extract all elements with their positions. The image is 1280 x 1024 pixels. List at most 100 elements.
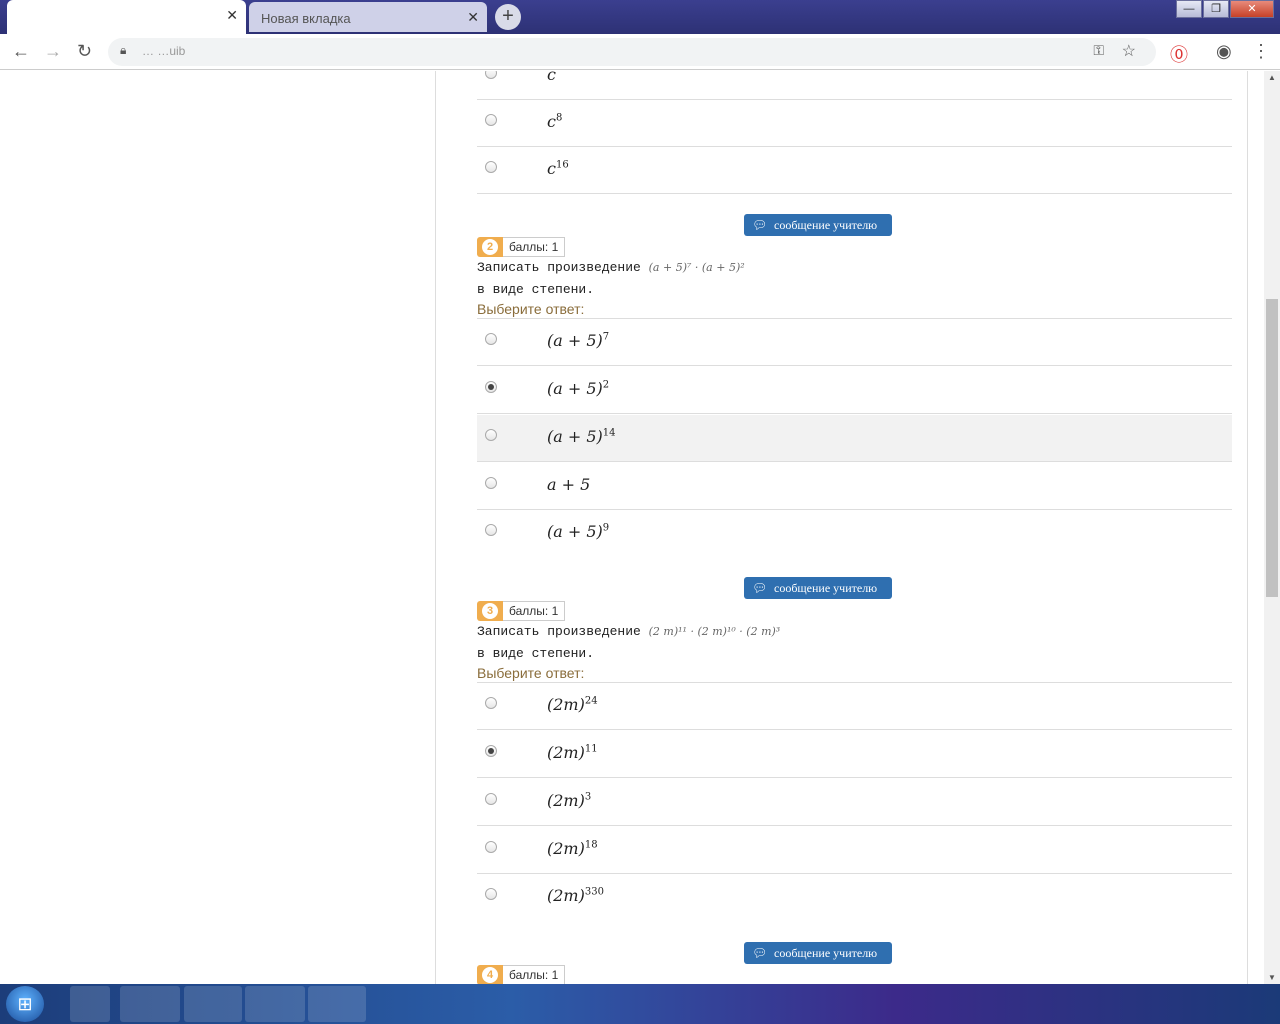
star-icon[interactable]: ☆ (1122, 41, 1136, 61)
address-bar[interactable]: 🔒︎ … …uib ⚿ ☆ (108, 38, 1156, 66)
browser-titlebar: ✕ Новая вкладка ✕ + — ❐ ✕ (0, 0, 1280, 34)
answer-math: (2m)3 (547, 791, 592, 810)
chat-icon: 💬︎ (752, 581, 768, 595)
score-label: баллы: 1 (503, 237, 566, 257)
choose-answer-label: Выберите ответ: (477, 301, 585, 317)
browser-toolbar: ← → ↻ 🔒︎ … …uib ⚿ ☆ ⓪ ◉ ⋮ (0, 34, 1280, 70)
key-icon[interactable]: ⚿ (1093, 42, 1104, 59)
scroll-up-icon[interactable]: ▲ (1268, 73, 1276, 82)
answer-option[interactable]: (a + 5)7 (477, 319, 1232, 366)
window-controls: — ❐ ✕ (1175, 0, 1274, 20)
answer-math: (a + 5)2 (547, 379, 610, 398)
answer-math: (2m)330 (547, 886, 604, 905)
answer-math: (a + 5)9 (547, 522, 610, 541)
minimize-button[interactable]: — (1176, 0, 1202, 18)
windows-taskbar: ⊞ (0, 984, 1280, 1024)
answer-math: c8 (547, 112, 563, 131)
question-number-badge: 3 (477, 601, 503, 621)
menu-icon[interactable]: ⋮ (1252, 41, 1270, 62)
question-text-2: в виде степени. (477, 282, 595, 297)
answer-option[interactable]: c8 (477, 100, 1232, 147)
message-teacher-label: сообщение учителю (774, 946, 878, 960)
radio-button-selected[interactable] (485, 745, 497, 757)
answer-option[interactable]: c16 (477, 147, 1232, 194)
question-header: 3 баллы: 1 (477, 601, 566, 621)
radio-button[interactable] (485, 161, 497, 173)
answer-option[interactable]: (2m)18 (477, 827, 1232, 874)
message-teacher-label: сообщение учителю (774, 581, 878, 595)
chat-icon: 💬︎ (752, 218, 768, 232)
answer-option[interactable]: c (477, 71, 1232, 100)
radio-button[interactable] (485, 888, 497, 900)
radio-button[interactable] (485, 429, 497, 441)
radio-button[interactable] (485, 71, 497, 79)
answer-math: (2m)18 (547, 839, 598, 858)
radio-button[interactable] (485, 841, 497, 853)
question-header: 2 баллы: 1 (477, 237, 566, 257)
message-teacher-button[interactable]: 💬︎ сообщение учителю (744, 942, 892, 964)
taskbar-item[interactable] (184, 986, 242, 1022)
answer-option[interactable]: (2m)24 (477, 683, 1232, 730)
taskbar-item[interactable] (120, 986, 180, 1022)
question-formula: (a + 5)⁷ · (a + 5)² (648, 261, 745, 274)
answer-option[interactable]: (2m)330 (477, 874, 1232, 921)
profile-icon[interactable]: ◉ (1216, 41, 1232, 62)
question-text: Записать произведение (2 m)¹¹ · (2 m)¹⁰ … (477, 624, 781, 639)
question-text: Записать произведение (a + 5)⁷ · (a + 5)… (477, 260, 745, 275)
question-number-badge: 4 (477, 965, 503, 984)
url-text: … …uib (142, 44, 186, 58)
tab-close-icon[interactable]: ✕ (467, 9, 479, 26)
score-label: баллы: 1 (503, 965, 566, 984)
radio-button-selected[interactable] (485, 381, 497, 393)
answer-math: (2m)11 (547, 743, 598, 762)
explorer-taskbar-icon[interactable] (70, 986, 110, 1022)
answer-math: c16 (547, 159, 569, 178)
scrollbar-thumb[interactable] (1266, 299, 1278, 597)
answer-option[interactable]: (a + 5)9 (477, 510, 1232, 557)
answer-math: (2m)24 (547, 695, 598, 714)
question-formula: (2 m)¹¹ · (2 m)¹⁰ · (2 m)³ (648, 625, 781, 638)
opera-icon[interactable]: ⓪ (1170, 41, 1188, 67)
score-label: баллы: 1 (503, 601, 566, 621)
start-button[interactable]: ⊞ (6, 986, 44, 1022)
tab-new[interactable]: Новая вкладка ✕ (249, 2, 487, 32)
answer-option[interactable]: (a + 5)2 (477, 367, 1232, 414)
radio-button[interactable] (485, 114, 497, 126)
scroll-down-icon[interactable]: ▼ (1268, 973, 1276, 982)
close-window-button[interactable]: ✕ (1230, 0, 1274, 18)
answer-math: (a + 5)7 (547, 331, 610, 350)
vertical-scrollbar[interactable]: ▲ ▼ (1264, 71, 1280, 984)
radio-button[interactable] (485, 524, 497, 536)
radio-button[interactable] (485, 477, 497, 489)
taskbar-item[interactable] (245, 986, 305, 1022)
new-tab-button[interactable]: + (495, 4, 521, 30)
answer-option[interactable]: (a + 5)14 (477, 415, 1232, 462)
page-content: c c8 c16 💬︎ сообщение учителю 2 баллы: 1… (0, 71, 1264, 984)
message-teacher-button[interactable]: 💬︎ сообщение учителю (744, 577, 892, 599)
choose-answer-label: Выберите ответ: (477, 665, 585, 681)
radio-button[interactable] (485, 793, 497, 805)
divider (1247, 71, 1248, 984)
forward-icon[interactable]: → (44, 41, 62, 62)
radio-button[interactable] (485, 333, 497, 345)
left-panel (0, 71, 436, 984)
message-teacher-label: сообщение учителю (774, 218, 878, 232)
answer-option[interactable]: a + 5 (477, 463, 1232, 510)
answer-option[interactable]: (2m)11 (477, 731, 1232, 778)
message-teacher-button[interactable]: 💬︎ сообщение учителю (744, 214, 892, 236)
tab-title: Новая вкладка (261, 11, 351, 26)
tab-active[interactable]: ✕ (7, 0, 246, 34)
question-header: 4 баллы: 1 (477, 965, 566, 984)
question-number-badge: 2 (477, 237, 503, 257)
answer-option[interactable]: (2m)3 (477, 779, 1232, 826)
chat-icon: 💬︎ (752, 946, 768, 960)
radio-button[interactable] (485, 697, 497, 709)
taskbar-item[interactable] (308, 986, 366, 1022)
answer-math: a + 5 (547, 475, 591, 494)
tab-close-icon[interactable]: ✕ (226, 7, 238, 24)
reload-icon[interactable]: ↻ (77, 41, 92, 62)
question-text-2: в виде степени. (477, 646, 595, 661)
maximize-button[interactable]: ❐ (1203, 0, 1229, 18)
back-icon[interactable]: ← (12, 41, 30, 62)
answer-math: (a + 5)14 (547, 427, 616, 446)
